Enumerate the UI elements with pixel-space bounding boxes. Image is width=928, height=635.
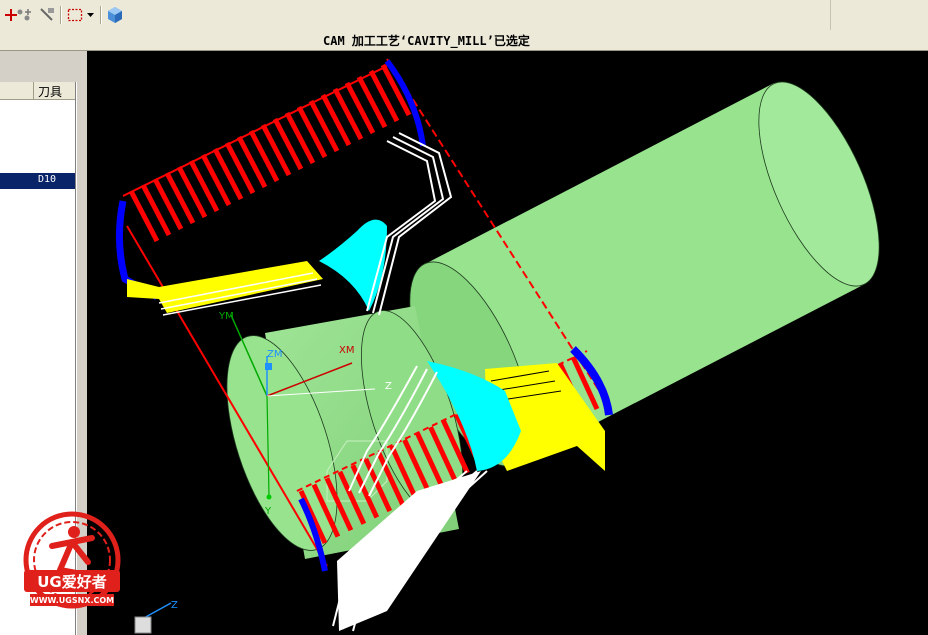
navigator-header: 刀具 (0, 82, 75, 100)
cut-pass (368, 69, 400, 123)
toolbar (0, 0, 928, 31)
z-label: Z (385, 381, 392, 392)
status-bar: CAM 加工工艺‘CAVITY_MILL’已选定 (0, 30, 928, 51)
cut-pass (236, 135, 268, 189)
tool-icon[interactable] (36, 4, 58, 26)
cut-pass (152, 177, 184, 231)
cut-pass (320, 93, 352, 147)
toolpath-scene: YM ZM XM Z Y Z (115, 58, 880, 634)
move-icon[interactable] (13, 4, 35, 26)
cut-pass (284, 111, 316, 165)
y-label: Y (264, 506, 272, 517)
select-box-icon[interactable] (64, 4, 86, 26)
cut-pass (272, 117, 304, 171)
zm-label: ZM (267, 349, 282, 360)
cut-pass (260, 123, 292, 177)
toolbar-separator (100, 6, 102, 24)
cut-pass (176, 165, 208, 219)
cut-pass (140, 183, 172, 237)
triad-z-label: Z (171, 600, 178, 611)
triad-cube (134, 616, 152, 634)
top-cut-passes (128, 63, 412, 243)
tool-cell: D10 (38, 174, 57, 185)
cut-pass (212, 147, 244, 201)
cut-pass (128, 189, 160, 243)
column-name-header[interactable] (0, 82, 34, 99)
logo-brand-text: UG爱好者 (37, 573, 107, 591)
ym-label: YM (218, 311, 234, 322)
dropdown-arrow-icon[interactable] (84, 4, 98, 26)
cut-pass (188, 159, 220, 213)
xm-label: XM (339, 345, 354, 356)
view-cube-icon[interactable] (104, 4, 126, 26)
cut-pass (224, 141, 256, 195)
cut-pass (356, 75, 388, 129)
cut-pass (344, 81, 376, 135)
column-tool-header[interactable]: 刀具 (38, 83, 62, 100)
stepover-left (127, 261, 323, 313)
y-handle (266, 494, 272, 500)
status-message: CAM 加工工艺‘CAVITY_MILL’已选定 (323, 34, 530, 48)
graphics-viewport[interactable]: YM ZM XM Z Y Z (87, 51, 928, 635)
cut-pass (164, 171, 196, 225)
selected-operation-row[interactable]: D10 (0, 173, 75, 189)
toolbar-separator (60, 6, 62, 24)
logo-url-text: WWW.UGSNX.COM (30, 596, 114, 605)
cut-pass (296, 105, 328, 159)
view-triad: Z (134, 600, 178, 634)
cut-pass (332, 87, 364, 141)
toolbar-divider (830, 0, 831, 30)
cut-pass (248, 129, 280, 183)
watermark-logo: UG爱好者 WWW.UGSNX.COM (12, 508, 132, 620)
logo-figure-head (68, 526, 80, 538)
cut-pass (308, 99, 340, 153)
logo-figure (49, 535, 95, 577)
origin-handle (265, 363, 272, 370)
cut-pass (200, 153, 232, 207)
